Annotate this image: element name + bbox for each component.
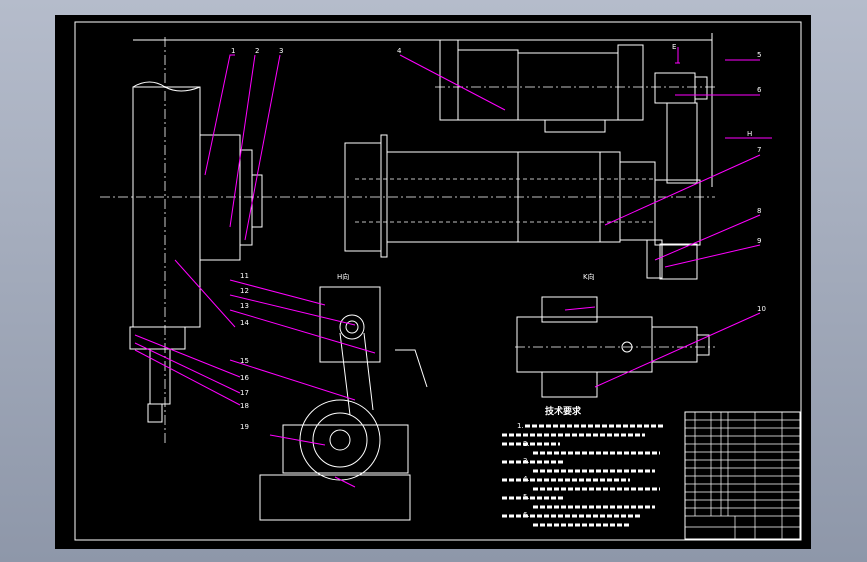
part-number: 9 xyxy=(757,237,761,245)
part-number: 1 xyxy=(231,47,235,55)
column xyxy=(132,86,201,328)
cad-drawing: H向 K向 H E 1 2 3 4 5 6 7 8 9 10 11 12 13 … xyxy=(74,21,802,541)
part-number: 13 xyxy=(240,302,249,310)
part-number: 4 xyxy=(397,47,402,55)
view-label-h: H向 xyxy=(337,272,349,281)
svg-text:1.: 1. xyxy=(517,422,524,430)
label-h: H xyxy=(747,130,752,138)
part-number: 16 xyxy=(240,374,249,382)
part-number: 6 xyxy=(757,86,762,94)
part-number: 12 xyxy=(240,287,249,295)
part-number: 7 xyxy=(757,146,761,154)
title-block xyxy=(684,411,801,540)
part-number: 2 xyxy=(255,47,259,55)
part-number: 10 xyxy=(757,305,766,313)
label-e: E xyxy=(672,43,676,51)
part-number: 14 xyxy=(240,319,249,327)
part-number: 11 xyxy=(240,272,249,280)
tech-requirements-text: 1. 2. 3. 4. 5. 6. xyxy=(502,422,665,527)
inner-border xyxy=(74,21,802,541)
view-label-k: K向 xyxy=(583,272,595,281)
part-number: 15 xyxy=(240,357,249,365)
part-number: 18 xyxy=(240,402,249,410)
part-number: 19 xyxy=(240,423,249,431)
part-number: 8 xyxy=(757,207,761,215)
part-number: 5 xyxy=(757,51,761,59)
drawing-sheet: H向 K向 H E 1 2 3 4 5 6 7 8 9 10 11 12 13 … xyxy=(55,15,811,549)
part-number: 17 xyxy=(240,389,249,397)
tech-requirements-title: 技术要求 xyxy=(545,405,582,417)
part-number: 3 xyxy=(279,47,283,55)
